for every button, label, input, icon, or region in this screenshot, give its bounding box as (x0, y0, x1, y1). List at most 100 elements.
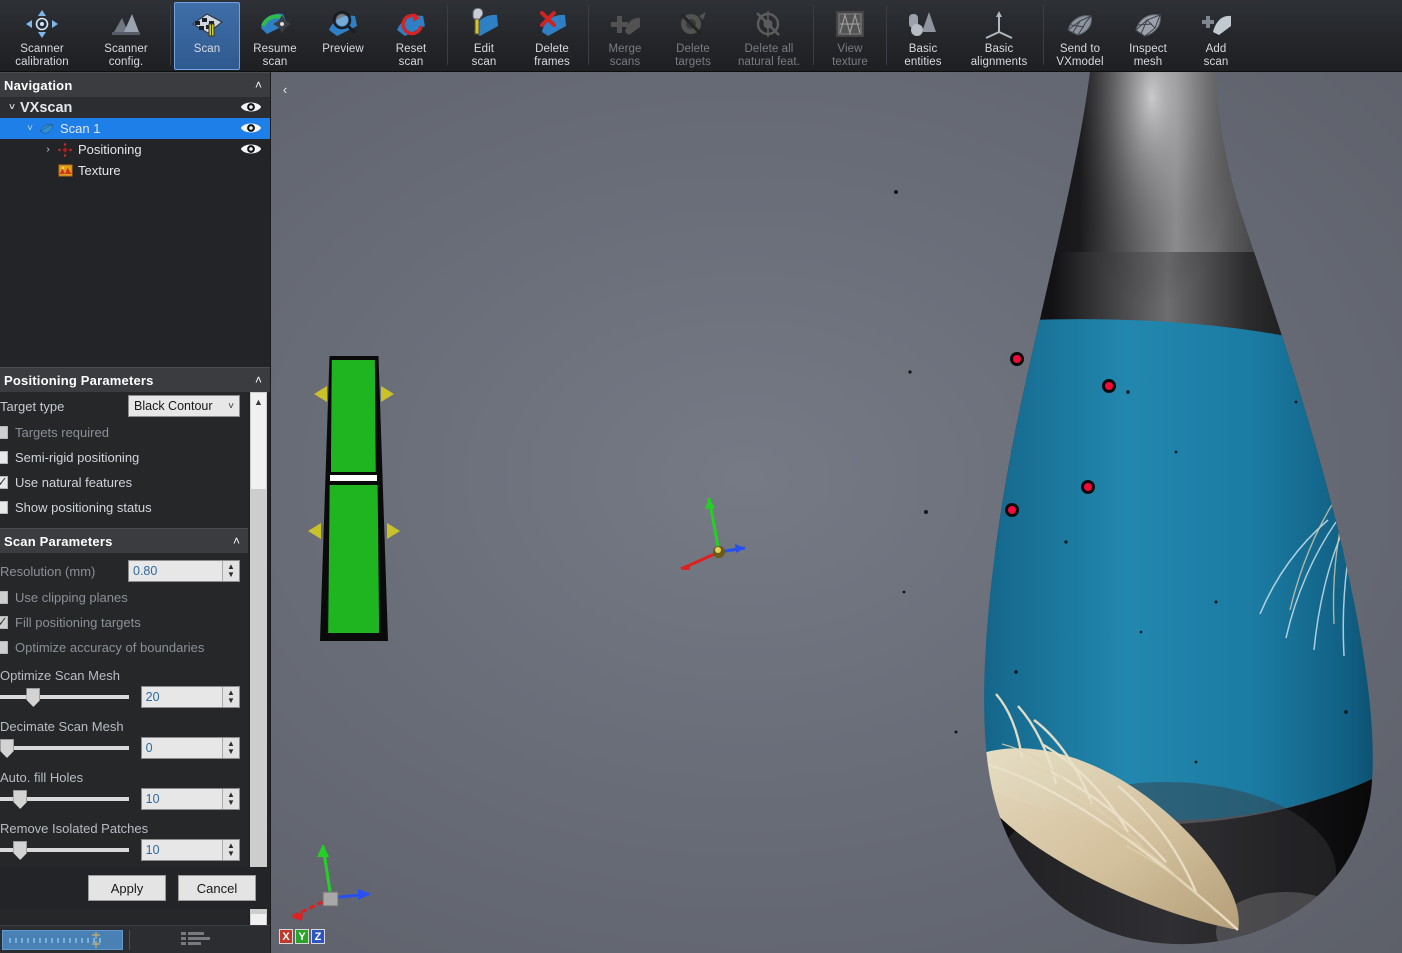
toolbar-button-delete-frames[interactable]: Delete frames (519, 2, 585, 70)
toolbar-button-basic-entities[interactable]: Basic entities (890, 2, 956, 70)
visibility-eye-icon[interactable] (240, 121, 262, 138)
check-mark-icon: ✓ (0, 474, 8, 489)
toolbar-button-send-to-vxmodel[interactable]: Send to VXmodel (1047, 2, 1113, 70)
resolution-spinner[interactable]: 0.80 ▲ ▼ (128, 560, 240, 582)
visibility-eye-icon[interactable] (240, 142, 262, 159)
positioning-status-bar (2, 929, 123, 950)
scan-distance-fill-top (330, 360, 376, 472)
navigation-tree: ˅ VXscan ˅ Scan 1 › Positioning Texture (0, 97, 270, 380)
checkbox-use-natural-features[interactable]: ✓ Use natural features (0, 470, 248, 495)
tree-twisty-icon[interactable]: ˅ (22, 123, 38, 134)
toolbar-button-basic-alignments[interactable]: Basic alignments (958, 2, 1040, 70)
slider-auto-fill-holes-value: 10 (145, 792, 160, 806)
tree-node-vxscan[interactable]: ˅ VXscan (0, 97, 270, 118)
spinner-down-icon[interactable]: ▼ (227, 571, 235, 579)
axis-letters-badge: XYZ (279, 929, 325, 944)
slider-decimate-scan-mesh[interactable] (0, 739, 129, 758)
toolbar-button-inspect-mesh[interactable]: Inspect mesh (1115, 2, 1181, 70)
toolbar-separator (1043, 5, 1044, 65)
toolbar-button-reset-scan[interactable]: Reset scan (378, 2, 444, 70)
slider-decimate-scan-mesh-label: Decimate Scan Mesh (0, 719, 124, 734)
tree-node-texture[interactable]: Texture (0, 160, 270, 181)
scan-distance-fill-bottom (328, 485, 380, 633)
scan-parameters-header[interactable]: Scan Parameters ˄ (0, 528, 248, 553)
main-toolbar: Scanner calibration Scanner config. Scan Resu… (0, 0, 1402, 72)
toolbar-button-scanner-calibration[interactable]: Scanner calibration (1, 2, 83, 70)
checkbox-optimize-accuracy-of-boundaries: Optimize accuracy of boundaries (0, 635, 248, 660)
visibility-eye-icon[interactable] (240, 100, 262, 118)
spinner-down-icon[interactable]: ▼ (227, 799, 235, 807)
spinner-buttons[interactable]: ▲ ▼ (222, 687, 239, 707)
chevron-up-icon[interactable]: ˄ (233, 535, 240, 547)
frames-grid-icon (181, 931, 210, 945)
scanner-config-icon (106, 7, 146, 41)
checkbox-show-positioning-status[interactable]: Show positioning status (0, 495, 248, 520)
toolbar-button-scanner-config[interactable]: Scanner config. (85, 2, 167, 70)
checkbox-box[interactable] (0, 451, 8, 464)
slider-optimize-scan-mesh-spinner[interactable]: 20 ▲ ▼ (140, 686, 240, 708)
chevron-down-icon[interactable]: ˅ (228, 401, 234, 412)
delete-frames-icon (532, 7, 572, 41)
tree-node-scan-1[interactable]: ˅ Scan 1 (0, 118, 270, 139)
scan-distance-arrow-left-bottom (308, 523, 321, 539)
spinner-buttons[interactable]: ▲ ▼ (222, 561, 239, 581)
target-type-dropdown[interactable]: Black Contour ˅ (128, 395, 240, 417)
apply-button[interactable]: Apply (88, 875, 166, 901)
preview-magnifier-icon (323, 7, 363, 41)
slider-thumb[interactable] (26, 688, 41, 707)
chevron-up-icon[interactable]: ˄ (255, 374, 262, 386)
slider-auto-fill-holes-spinner[interactable]: 10 ▲ ▼ (140, 788, 240, 810)
spinner-buttons[interactable]: ▲ ▼ (222, 840, 239, 860)
tree-twisty-icon[interactable]: › (40, 144, 56, 155)
spinner-down-icon[interactable]: ▼ (227, 850, 235, 858)
slider-optimize-scan-mesh[interactable] (0, 688, 129, 707)
checkbox-box[interactable]: ✓ (0, 474, 8, 489)
toolbar-button-preview[interactable]: Preview (310, 2, 376, 70)
tree-twisty-icon[interactable]: ˅ (4, 102, 20, 113)
spinner-down-icon[interactable]: ▼ (227, 697, 235, 705)
toolbar-button-delete-targets: Delete targets (660, 2, 726, 70)
toolbar-button-scan[interactable]: Scan (174, 2, 240, 70)
panel-collapse-chevron-icon[interactable]: ‹ (277, 78, 293, 100)
toolbar-button-label: Scanner calibration (15, 43, 69, 68)
parameters-vertical-scrollbar[interactable]: ▲ ▼ (250, 392, 267, 947)
toolbar-button-resume-scan[interactable]: Resume scan (242, 2, 308, 70)
cancel-button[interactable]: Cancel (178, 875, 256, 901)
toolbar-group-3: Merge scans Delete targets Delete all natural… (591, 1, 811, 71)
toolbar-group-2: Edit scan Delete frames (450, 1, 586, 71)
dialog-footer: Apply Cancel (0, 867, 270, 909)
slider-thumb[interactable] (0, 739, 14, 758)
positioning-target-core (1105, 382, 1113, 390)
tree-node-positioning[interactable]: › Positioning (0, 139, 270, 160)
slider-remove-isolated-patches-spinner[interactable]: 10 ▲ ▼ (140, 839, 240, 861)
slider-thumb[interactable] (13, 790, 28, 809)
toolbar-button-add-scan[interactable]: Add scan (1183, 2, 1249, 70)
toolbar-button-edit-scan[interactable]: Edit scan (451, 2, 517, 70)
slider-auto-fill-holes[interactable] (0, 790, 129, 809)
checkbox-box (0, 426, 8, 439)
tree-node-label: VXscan (20, 99, 73, 116)
checkbox-box[interactable] (0, 501, 8, 514)
axis-chip-z[interactable]: Z (311, 929, 325, 944)
checkbox-use-clipping-planes: Use clipping planes (0, 585, 248, 610)
navigation-section-header[interactable]: Navigation ˄ (0, 72, 270, 97)
inspect-mesh-icon (1128, 7, 1168, 41)
positioning-target-1 (1010, 352, 1024, 366)
spinner-down-icon[interactable]: ▼ (227, 748, 235, 756)
3d-viewport[interactable]: ‹ X Y Z (271, 72, 1402, 953)
axis-chip-x[interactable]: X (279, 929, 293, 944)
slider-decimate-scan-mesh-spinner[interactable]: 0 ▲ ▼ (140, 737, 240, 759)
checkbox-semi-rigid-positioning[interactable]: Semi-rigid positioning (0, 445, 248, 470)
slider-thumb[interactable] (13, 841, 28, 860)
toolbar-separator (813, 5, 814, 65)
chevron-up-icon[interactable]: ˄ (255, 79, 262, 91)
scan-distance-arrow-left-top (314, 386, 327, 402)
scroll-up-arrow-icon[interactable]: ▲ (251, 393, 266, 410)
spinner-buttons[interactable]: ▲ ▼ (222, 789, 239, 809)
axis-chip-y[interactable]: Y (295, 929, 309, 944)
slider-remove-isolated-patches[interactable] (0, 841, 129, 860)
scrollbar-thumb[interactable] (251, 489, 266, 914)
spinner-buttons[interactable]: ▲ ▼ (222, 738, 239, 758)
toolbar-button-label: Edit scan (471, 43, 497, 68)
positioning-parameters-header[interactable]: Positioning Parameters ˄ (0, 367, 270, 392)
